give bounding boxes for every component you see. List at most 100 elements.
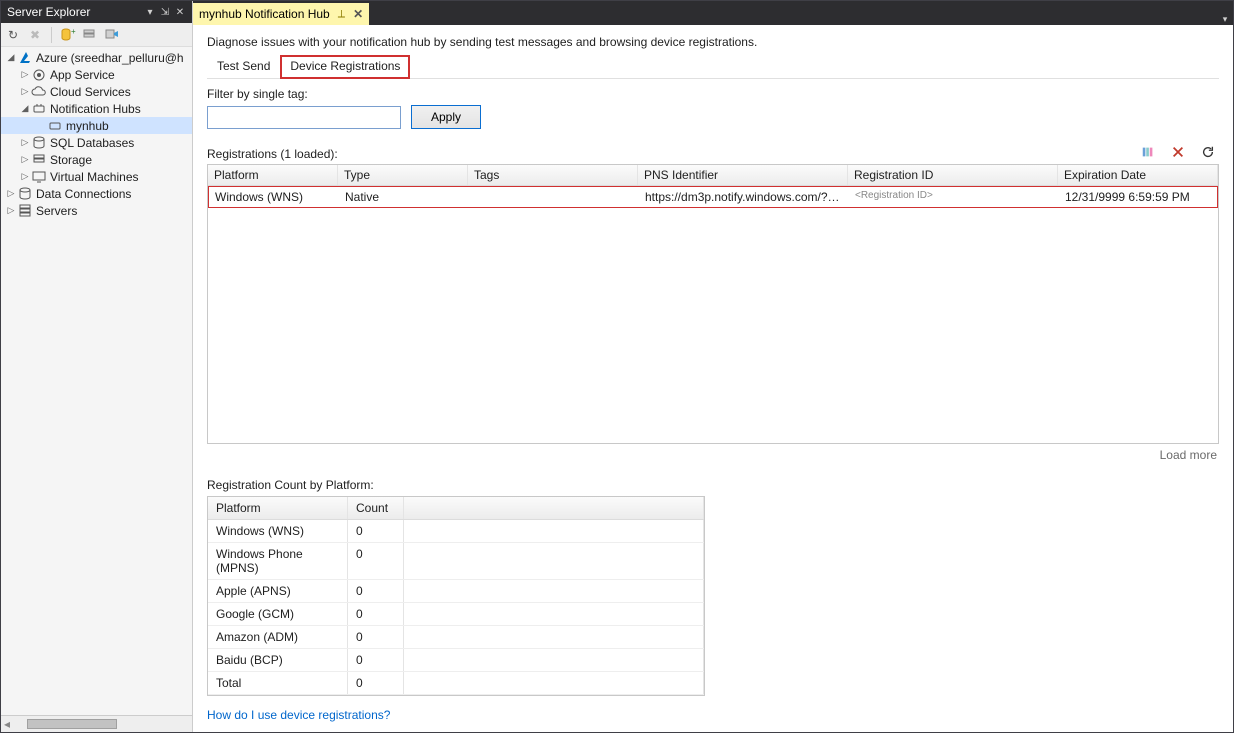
panel-title: Server Explorer (7, 5, 144, 19)
refresh-icon[interactable] (1201, 145, 1215, 162)
count-cell-count: 0 (348, 543, 404, 579)
servers-icon (17, 203, 33, 219)
tree-node-sql-databases[interactable]: ▷ SQL Databases (1, 134, 192, 151)
apply-button[interactable]: Apply (411, 105, 481, 129)
count-cell-count: 0 (348, 626, 404, 648)
panel-toolbar: ↻ ✖ + (1, 23, 192, 47)
tree-node-cloud-services[interactable]: ▷ Cloud Services (1, 83, 192, 100)
count-cell-platform: Windows (WNS) (208, 520, 348, 542)
expand-icon[interactable]: ◢ (5, 52, 17, 63)
count-row[interactable]: Apple (APNS)0 (208, 580, 704, 603)
close-panel-icon[interactable]: ✕ (174, 6, 186, 18)
expand-icon[interactable]: ▷ (19, 171, 31, 182)
horizontal-scrollbar[interactable]: ◂ (1, 715, 192, 732)
diagnose-text: Diagnose issues with your notification h… (207, 35, 1219, 49)
count-cell-count: 0 (348, 603, 404, 625)
count-cell-platform: Apple (APNS) (208, 580, 348, 602)
svg-text:+: + (71, 27, 76, 36)
scrollbar-thumb[interactable] (27, 719, 117, 729)
tree-node-servers[interactable]: ▷ Servers (1, 202, 192, 219)
tab-device-registrations[interactable]: Device Registrations (280, 55, 410, 79)
registrations-label: Registrations (1 loaded): (207, 147, 1141, 161)
tree-view[interactable]: ◢ Azure (sreedhar_pelluru@h ▷ App Servic… (1, 47, 192, 715)
tree-node-data-connections[interactable]: ▷ Data Connections (1, 185, 192, 202)
registrations-body: Windows (WNS) Native https://dm3p.notify… (208, 186, 1218, 208)
expand-icon[interactable]: ▷ (19, 86, 31, 97)
filter-tag-input[interactable] (207, 106, 401, 129)
server-explorer-panel: Server Explorer ▾ ⇲ ✕ ↻ ✖ + ◢ Azure (sre… (1, 1, 193, 732)
pin-icon[interactable]: ⇲ (159, 6, 171, 18)
count-label: Registration Count by Platform: (207, 478, 1219, 492)
col-header-platform[interactable]: Platform (208, 165, 338, 185)
load-more-link[interactable]: Load more (207, 448, 1217, 462)
document-tab-mynhub[interactable]: mynhub Notification Hub ⟂ ✕ (193, 3, 369, 25)
delete-icon[interactable] (1171, 145, 1185, 162)
expand-icon[interactable]: ▷ (19, 154, 31, 165)
close-tab-icon[interactable]: ✕ (353, 7, 363, 21)
panel-dropdown-icon[interactable]: ▾ (144, 6, 156, 18)
document-tabbar: mynhub Notification Hub ⟂ ✕ ▾ (193, 1, 1233, 25)
tabwell-dropdown-icon[interactable]: ▾ (1217, 14, 1233, 25)
pin-icon[interactable]: ⟂ (338, 8, 345, 21)
count-table: Platform Count Windows (WNS)0Windows Pho… (207, 496, 705, 696)
expand-icon[interactable]: ▷ (19, 69, 31, 80)
tree-node-notification-hubs[interactable]: ◢ Notification Hubs (1, 100, 192, 117)
count-header-row: Platform Count (208, 497, 704, 520)
tree-node-storage[interactable]: ▷ Storage (1, 151, 192, 168)
tree-node-app-service[interactable]: ▷ App Service (1, 66, 192, 83)
stop-icon[interactable]: ✖ (27, 27, 43, 43)
count-col-platform[interactable]: Platform (208, 497, 348, 519)
tab-test-send[interactable]: Test Send (207, 55, 280, 78)
count-cell-platform: Baidu (BCP) (208, 649, 348, 671)
col-header-tags[interactable]: Tags (468, 165, 638, 185)
count-cell-count: 0 (348, 520, 404, 542)
expand-icon[interactable]: ▷ (5, 188, 17, 199)
count-cell-platform: Google (GCM) (208, 603, 348, 625)
count-cell-count: 0 (348, 672, 404, 694)
cell-type: Native (339, 187, 469, 207)
panel-header: Server Explorer ▾ ⇲ ✕ (1, 1, 192, 23)
col-header-expiration[interactable]: Expiration Date (1058, 165, 1218, 185)
document-tab-title: mynhub Notification Hub (199, 7, 330, 21)
help-link[interactable]: How do I use device registrations? (207, 708, 1219, 722)
registrations-header-row: Platform Type Tags PNS Identifier Regist… (208, 165, 1218, 186)
data-connections-icon (17, 186, 33, 202)
hub-item-icon (47, 118, 63, 134)
azure-connect-icon[interactable] (104, 27, 120, 43)
connect-db-icon[interactable]: + (60, 27, 76, 43)
azure-icon (17, 50, 33, 66)
tree-node-azure[interactable]: ◢ Azure (sreedhar_pelluru@h (1, 49, 192, 66)
expand-icon[interactable]: ▷ (5, 205, 17, 216)
cell-expiration: 12/31/9999 6:59:59 PM (1059, 187, 1217, 207)
columns-icon[interactable] (1141, 145, 1155, 162)
document-content: Diagnose issues with your notification h… (193, 25, 1233, 732)
count-row[interactable]: Baidu (BCP)0 (208, 649, 704, 672)
col-header-regid[interactable]: Registration ID (848, 165, 1058, 185)
refresh-icon[interactable]: ↻ (5, 27, 21, 43)
tree-node-mynhub[interactable]: mynhub (1, 117, 192, 134)
cell-platform: Windows (WNS) (209, 187, 339, 207)
col-header-pns[interactable]: PNS Identifier (638, 165, 848, 185)
count-row[interactable]: Amazon (ADM)0 (208, 626, 704, 649)
notification-hub-icon (31, 101, 47, 117)
collapse-icon[interactable]: ◢ (19, 103, 31, 114)
filter-row: Apply (207, 105, 1219, 129)
subtab-strip: Test Send Device Registrations (207, 55, 1219, 79)
expand-icon[interactable]: ▷ (19, 137, 31, 148)
storage-icon (31, 152, 47, 168)
tree-node-virtual-machines[interactable]: ▷ Virtual Machines (1, 168, 192, 185)
count-row[interactable]: Total0 (208, 672, 704, 695)
col-header-type[interactable]: Type (338, 165, 468, 185)
count-cell-count: 0 (348, 580, 404, 602)
registration-row[interactable]: Windows (WNS) Native https://dm3p.notify… (208, 186, 1218, 208)
count-col-count[interactable]: Count (348, 497, 404, 519)
count-row[interactable]: Google (GCM)0 (208, 603, 704, 626)
registrations-table: Platform Type Tags PNS Identifier Regist… (207, 164, 1219, 444)
count-body: Windows (WNS)0Windows Phone (MPNS)0Apple… (208, 520, 704, 695)
vm-icon (31, 169, 47, 185)
count-cell-count: 0 (348, 649, 404, 671)
count-row[interactable]: Windows Phone (MPNS)0 (208, 543, 704, 580)
connect-server-icon[interactable] (82, 27, 98, 43)
cell-tags (469, 187, 639, 207)
count-row[interactable]: Windows (WNS)0 (208, 520, 704, 543)
